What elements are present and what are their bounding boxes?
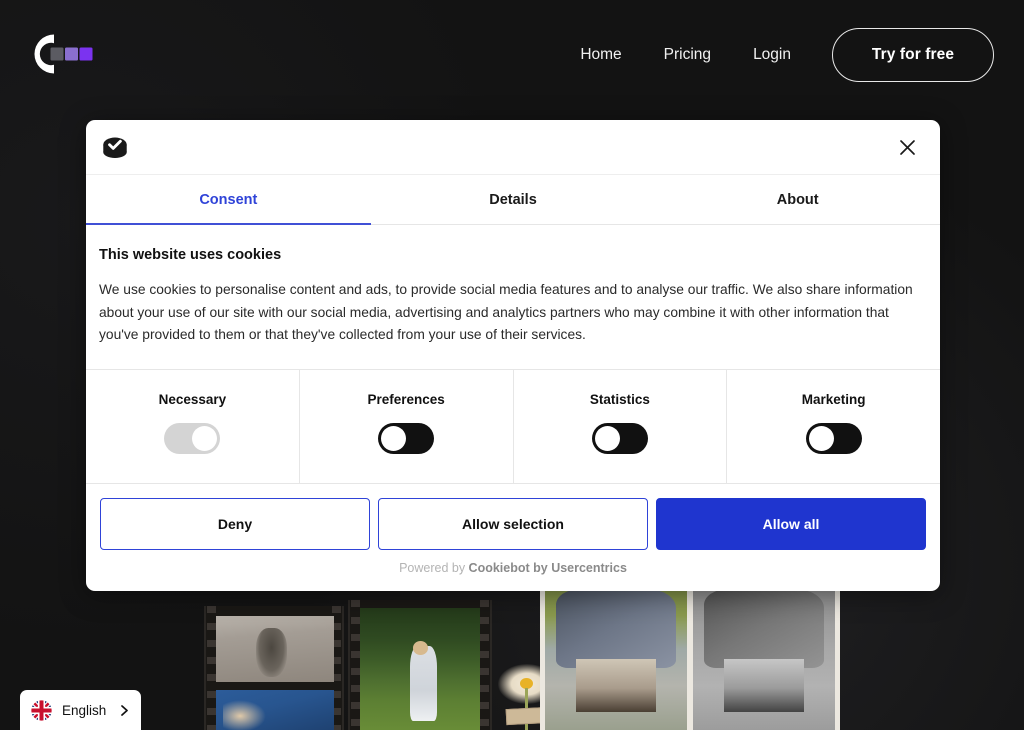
cookiebot-brand-link[interactable]: Cookiebot by Usercentrics <box>469 561 627 575</box>
close-icon <box>899 139 915 155</box>
cookie-consent-dialog: Consent Details About This website uses … <box>86 120 940 591</box>
category-label-marketing: Marketing <box>801 391 866 407</box>
category-necessary: Necessary <box>86 369 300 483</box>
cookie-dialog-body: This website uses cookies We use cookies… <box>86 225 940 369</box>
cookie-categories-row: Necessary Preferences Statistics Marketi… <box>86 368 940 484</box>
photo-boy-garden <box>360 608 480 730</box>
chevron-right-icon <box>118 704 131 717</box>
cookie-dialog-header <box>86 120 940 175</box>
deny-button[interactable]: Deny <box>100 497 370 550</box>
cookiebot-cookie-icon <box>100 132 130 162</box>
category-marketing: Marketing <box>727 370 940 483</box>
allow-all-button[interactable]: Allow all <box>656 497 926 550</box>
powered-by-label: Powered by <box>399 560 469 575</box>
cookie-dialog-heading: This website uses cookies <box>99 247 282 263</box>
chevron-right-glyph <box>121 704 128 716</box>
uk-flag-icon <box>30 698 53 722</box>
category-label-necessary: Necessary <box>158 391 227 407</box>
tab-consent[interactable]: Consent <box>86 175 371 225</box>
language-selector[interactable]: English <box>20 690 141 730</box>
toggle-statistics[interactable] <box>591 422 648 454</box>
close-button[interactable] <box>892 132 922 162</box>
nav-link-home[interactable]: Home <box>559 29 642 81</box>
nav-link-pricing[interactable]: Pricing <box>643 29 732 81</box>
category-statistics: Statistics <box>514 369 728 483</box>
cookie-dialog-actions: Deny Allow selection Allow all <box>86 484 940 558</box>
toggle-knob <box>381 425 407 451</box>
category-preferences: Preferences <box>300 369 514 483</box>
logo-icon <box>34 34 93 74</box>
photo-colorized <box>545 583 687 730</box>
tab-about[interactable]: About <box>655 175 940 224</box>
toggle-marketing[interactable] <box>805 422 862 454</box>
tab-details[interactable]: Details <box>371 175 656 224</box>
category-label-statistics: Statistics <box>589 391 650 407</box>
try-for-free-button[interactable]: Try for free <box>832 28 994 82</box>
toggle-knob <box>192 425 218 451</box>
category-label-preferences: Preferences <box>367 391 445 407</box>
top-navigation-bar: Home Pricing Login Try for free <box>0 0 1024 108</box>
site-logo[interactable] <box>28 30 94 78</box>
toggle-necessary <box>164 422 221 454</box>
photo-before-after-pair <box>540 578 840 730</box>
toggle-preferences[interactable] <box>378 422 435 454</box>
photo-dog <box>216 616 334 682</box>
cookie-dialog-description: We use cookies to personalise content an… <box>99 282 913 342</box>
cookie-stack-icon <box>103 137 127 158</box>
allow-selection-button[interactable]: Allow selection <box>378 497 648 550</box>
toggle-knob <box>808 425 834 451</box>
photo-group-blue <box>216 690 334 730</box>
language-label: English <box>62 702 107 718</box>
uk-flag-glyph <box>30 698 53 722</box>
cookie-dialog-tabs: Consent Details About <box>86 175 940 225</box>
toggle-knob <box>594 425 620 451</box>
nav-links-group: Home Pricing Login Try for free <box>559 28 994 82</box>
cookie-dialog-footer: Powered by Cookiebot by Usercentrics <box>86 558 940 591</box>
nav-link-login[interactable]: Login <box>732 29 812 81</box>
photo-original-grayscale <box>693 583 835 730</box>
